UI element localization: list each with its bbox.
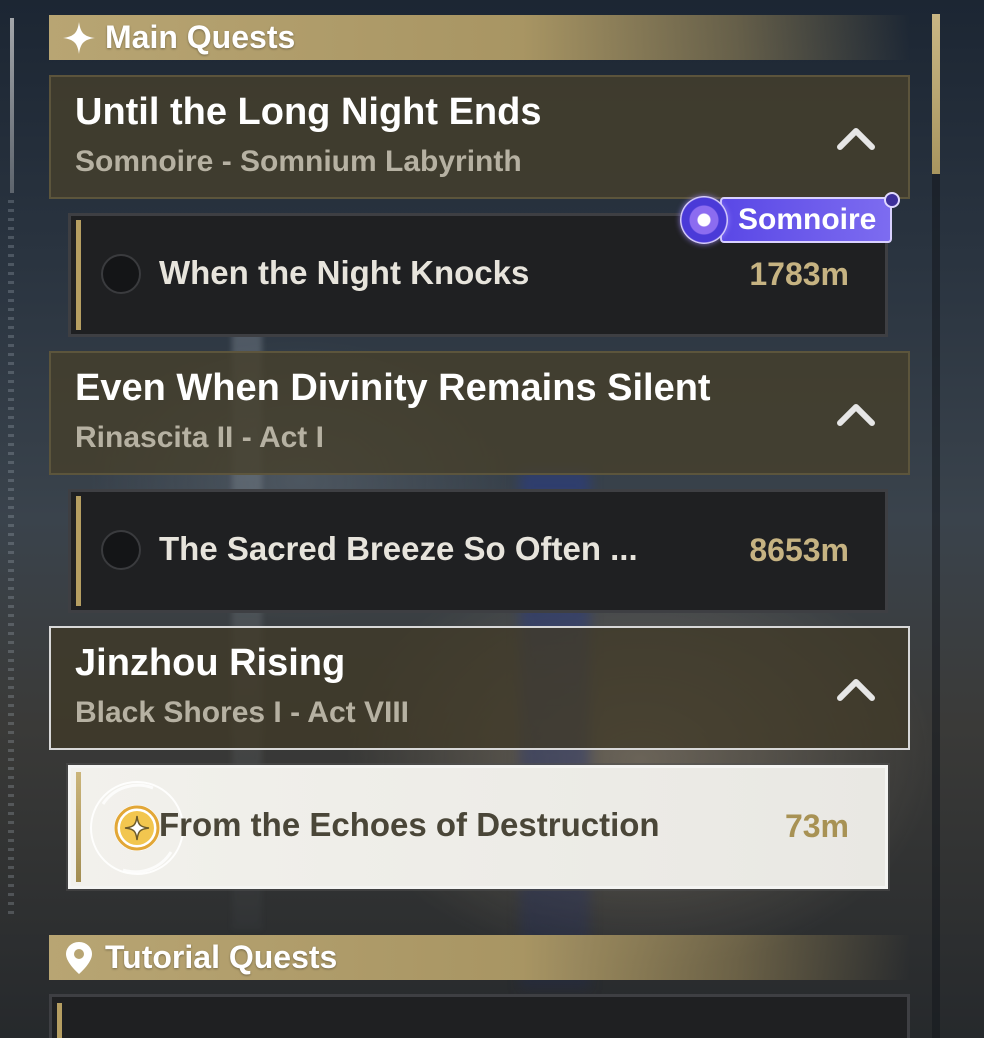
task-distance: 8653m	[749, 532, 849, 568]
badge-label: Somnoire	[720, 197, 893, 243]
section-title: Tutorial Quests	[105, 939, 338, 975]
left-decoration	[8, 200, 14, 920]
task-radio[interactable]	[101, 254, 141, 294]
chevron-up-icon[interactable]	[836, 399, 876, 427]
task-distance: 1783m	[749, 256, 849, 292]
badge-dot	[884, 192, 901, 208]
quest-subtitle: Rinascita II - Act I	[75, 421, 324, 454]
quest-group[interactable]: Until the Long Night Ends Somnoire - Som…	[49, 75, 910, 199]
task-name: When the Night Knocks	[159, 254, 530, 291]
quest-title: Even When Divinity Remains Silent	[75, 367, 711, 409]
task-distance: 73m	[784, 808, 849, 844]
tutorial-quests-header: Tutorial Quests	[49, 935, 910, 980]
chevron-up-icon[interactable]	[836, 123, 876, 151]
main-quests-header: Main Quests	[49, 15, 910, 60]
quest-group[interactable]: Even When Divinity Remains Silent Rinasc…	[49, 351, 910, 475]
quest-subtitle: Black Shores I - Act VIII	[75, 696, 409, 729]
quest-title: Until the Long Night Ends	[75, 91, 542, 133]
map-pin-icon	[59, 940, 99, 976]
task-radio[interactable]	[101, 530, 141, 570]
scrollbar[interactable]	[932, 14, 940, 1038]
tutorial-quest-card[interactable]	[49, 994, 910, 1038]
task-name: From the Echoes of Destruction	[159, 806, 660, 843]
section-title: Main Quests	[105, 19, 296, 55]
somnoire-badge: Somnoire	[680, 192, 901, 244]
sparkle-icon	[59, 20, 99, 56]
quest-title: Jinzhou Rising	[75, 642, 346, 684]
quest-task-tracked[interactable]: From the Echoes of Destruction 73m	[68, 765, 888, 889]
left-rail	[10, 18, 14, 193]
chevron-up-icon[interactable]	[836, 674, 876, 702]
scrollbar-thumb[interactable]	[932, 14, 940, 174]
somnoire-orb-icon	[680, 196, 728, 244]
quest-group-active[interactable]: Jinzhou Rising Black Shores I - Act VIII	[49, 626, 910, 750]
task-name: The Sacred Breeze So Often ...	[159, 530, 638, 567]
quest-task[interactable]: The Sacred Breeze So Often ... 8653m	[68, 489, 888, 613]
quest-subtitle: Somnoire - Somnium Labyrinth	[75, 145, 522, 178]
